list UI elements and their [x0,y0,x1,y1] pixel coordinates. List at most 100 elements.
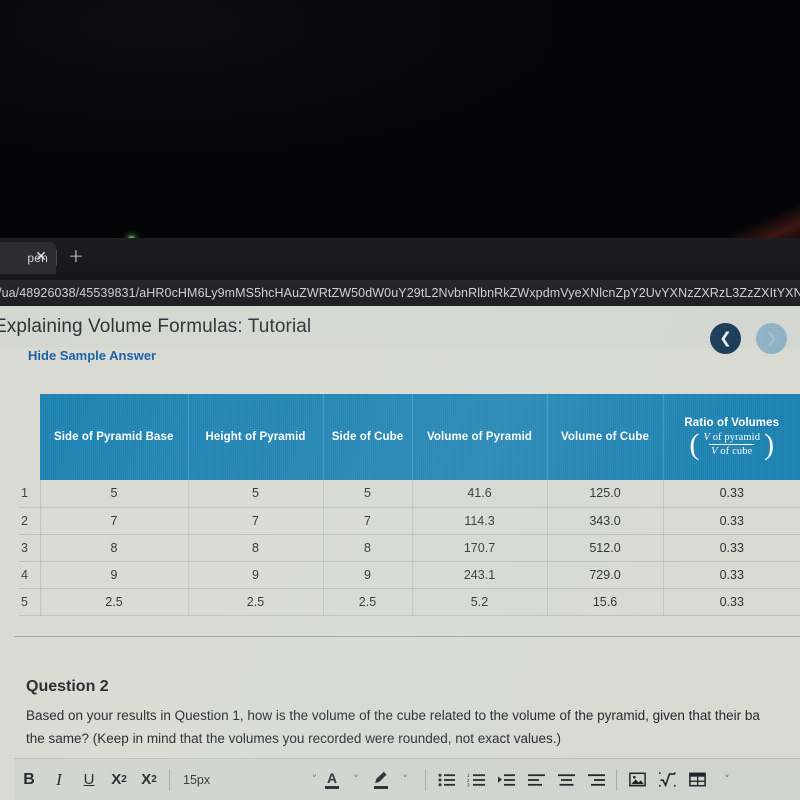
text-color-glyph: A [326,769,338,786]
superscript-base: X [111,771,122,788]
table-header-height-of-pyramid: Height of Pyramid [188,394,324,480]
toolbar-divider [169,768,170,791]
ratio-denominator-text: of cube [720,446,753,457]
cell-ratio: 0.33 [663,561,800,589]
indent-button[interactable] [491,765,521,795]
text-color-icon: A [325,771,339,789]
text-color-button[interactable]: A [323,771,341,789]
cell-volume-of-pyramid: 114.3 [412,507,548,535]
table-row: 4 9 9 9 243.1 729.0 0.33 [19,561,800,589]
cell-height-of-pyramid: 2.5 [188,588,324,616]
insert-table-button[interactable] [682,765,712,795]
svg-text:3: 3 [467,782,470,786]
bullet-list-button[interactable] [431,765,461,795]
cell-height-of-pyramid: 9 [188,561,324,589]
cell-volume-of-cube: 15.6 [547,588,664,616]
cell-side-of-cube: 2.5 [323,588,413,616]
cell-volume-of-cube: 125.0 [547,480,664,508]
paren-right: ) [764,427,775,461]
toolbar-text-style-group: B I U X2 X2 [14,765,164,795]
plus-icon[interactable]: + [66,247,86,267]
insert-equation-button[interactable] [652,765,682,795]
highlight-color-dropdown[interactable]: ˅ [390,765,420,795]
cell-volume-of-cube: 512.0 [547,534,664,562]
page-title: Explaining Volume Formulas: Tutorial [0,316,312,337]
align-right-icon [587,773,605,786]
table-header-ratio-of-volumes: Ratio of Volumes ( V of pyramid V of cub… [663,394,800,480]
table-header-index [19,394,40,480]
subscript-button[interactable]: X2 [134,765,164,795]
address-bar[interactable]: /ua/48926038/45539831/aHR0cHM6Ly9mMS5hcH… [0,280,800,306]
editor-toolbar: B I U X2 X2 15px ˅ A ˅ ˅ 1 2 3 ˅ [14,758,800,800]
question-heading: Question 2 [26,678,109,695]
tab-separator [56,250,57,266]
cell-height-of-pyramid: 8 [188,534,324,562]
align-left-icon [527,773,545,786]
cell-side-of-pyramid-base: 2.5 [40,588,189,616]
square-root-icon [658,772,676,787]
italic-button[interactable]: I [44,765,74,795]
align-center-button[interactable] [551,765,581,795]
table-header-volume-of-pyramid: Volume of Pyramid [412,394,548,480]
volume-data-table-wrapper: Side of Pyramid Base Height of Pyramid S… [19,394,800,616]
cell-side-of-cube: 9 [323,561,413,589]
cell-volume-of-cube: 729.0 [547,561,664,589]
text-color-swatch [325,785,339,789]
section-divider [14,636,800,637]
indent-icon [497,773,515,786]
font-size-select[interactable]: 15px ˅ [175,767,323,793]
image-icon [628,772,646,787]
row-index: 5 [19,588,41,616]
cell-side-of-pyramid-base: 9 [40,561,189,589]
superscript-exponent: 2 [121,774,127,785]
cell-ratio: 0.33 [663,588,800,616]
highlight-color-swatch [373,785,388,789]
insert-table-dropdown[interactable]: ˅ [712,765,742,795]
cell-side-of-pyramid-base: 7 [40,507,189,535]
bold-button[interactable]: B [14,765,44,795]
align-left-button[interactable] [521,765,551,795]
table-body: 1 5 5 5 41.6 125.0 0.33 2 7 7 7 114.3 34… [19,480,800,616]
highlight-color-button[interactable] [371,771,390,789]
cell-volume-of-pyramid: 5.2 [412,588,548,616]
ratio-numerator: V of pyramid [701,432,762,444]
underline-button[interactable]: U [74,765,104,795]
chevron-down-icon: ˅ [311,773,318,786]
cell-volume-of-pyramid: 243.1 [412,561,548,589]
cell-volume-of-cube: 343.0 [547,507,664,535]
volume-data-table: Side of Pyramid Base Height of Pyramid S… [19,394,800,616]
insert-image-button[interactable] [622,765,652,795]
paren-left: ( [689,427,700,461]
cell-side-of-cube: 8 [323,534,413,562]
cell-height-of-pyramid: 5 [188,480,324,508]
hide-sample-answer-link[interactable]: Hide Sample Answer [28,348,156,363]
highlighter-icon [373,771,388,789]
table-row: 3 8 8 8 170.7 512.0 0.33 [19,534,800,562]
cell-height-of-pyramid: 7 [188,507,324,535]
align-right-button[interactable] [581,765,611,795]
page-header: Explaining Volume Formulas: Tutorial ❮ ❯ [0,306,800,354]
numbered-list-button[interactable]: 1 2 3 [461,765,491,795]
question-line-1: Based on your results in Question 1, how… [26,708,760,723]
ratio-of-volumes-label: Ratio of Volumes [684,416,780,429]
align-center-icon [557,773,575,786]
cell-side-of-pyramid-base: 5 [40,480,189,508]
table-row: 5 2.5 2.5 2.5 5.2 15.6 0.33 [19,588,800,616]
table-header-volume-of-cube: Volume of Cube [547,394,664,480]
cell-ratio: 0.33 [663,480,800,508]
superscript-button[interactable]: X2 [104,765,134,795]
table-icon [688,772,706,787]
nav-previous-button[interactable]: ❮ [710,323,741,354]
address-bar-url: /ua/48926038/45539831/aHR0cHM6Ly9mMS5hcH… [0,286,800,300]
numbered-list-icon: 1 2 3 [467,773,485,787]
chevron-down-icon: ˅ [353,773,359,786]
bullet-list-icon [438,773,455,786]
ratio-numerator-text: of pyramid [712,432,761,443]
chevron-down-icon: ˅ [724,773,730,786]
text-color-dropdown[interactable]: ˅ [341,765,371,795]
close-icon[interactable]: ✕ [33,249,49,265]
nav-next-button[interactable]: ❯ [756,323,787,354]
question-line-2: the same? (Keep in mind that the volumes… [26,730,562,746]
ratio-denominator-var: V [711,446,718,457]
cell-side-of-cube: 7 [323,507,413,535]
